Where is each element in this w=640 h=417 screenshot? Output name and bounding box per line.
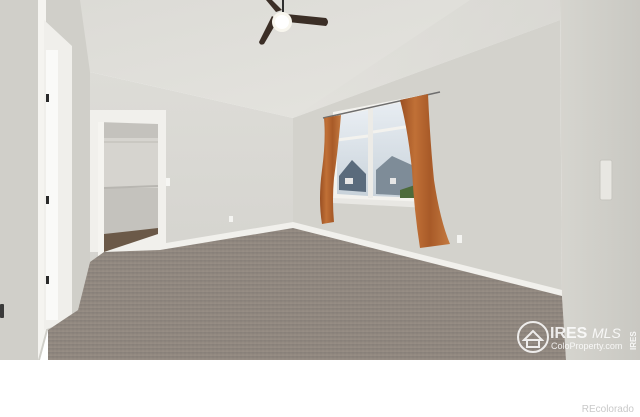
wall-outlet [457,235,462,243]
watermark-subtitle: ColoProperty.com [551,341,622,351]
light-switch [166,178,170,186]
photo-credit: REcolorado [581,404,634,415]
room-photo: IRES MLS ColoProperty.com IRES [0,0,640,360]
closet-door-panel [98,122,104,257]
thermostat [599,159,613,201]
watermark-side-text: IRES [629,331,638,350]
caption-bar: REcolorado [0,360,640,417]
watermark-brand: IRES [550,325,588,342]
watermark-brand-suffix: MLS [592,325,621,341]
door-handle [0,304,4,318]
